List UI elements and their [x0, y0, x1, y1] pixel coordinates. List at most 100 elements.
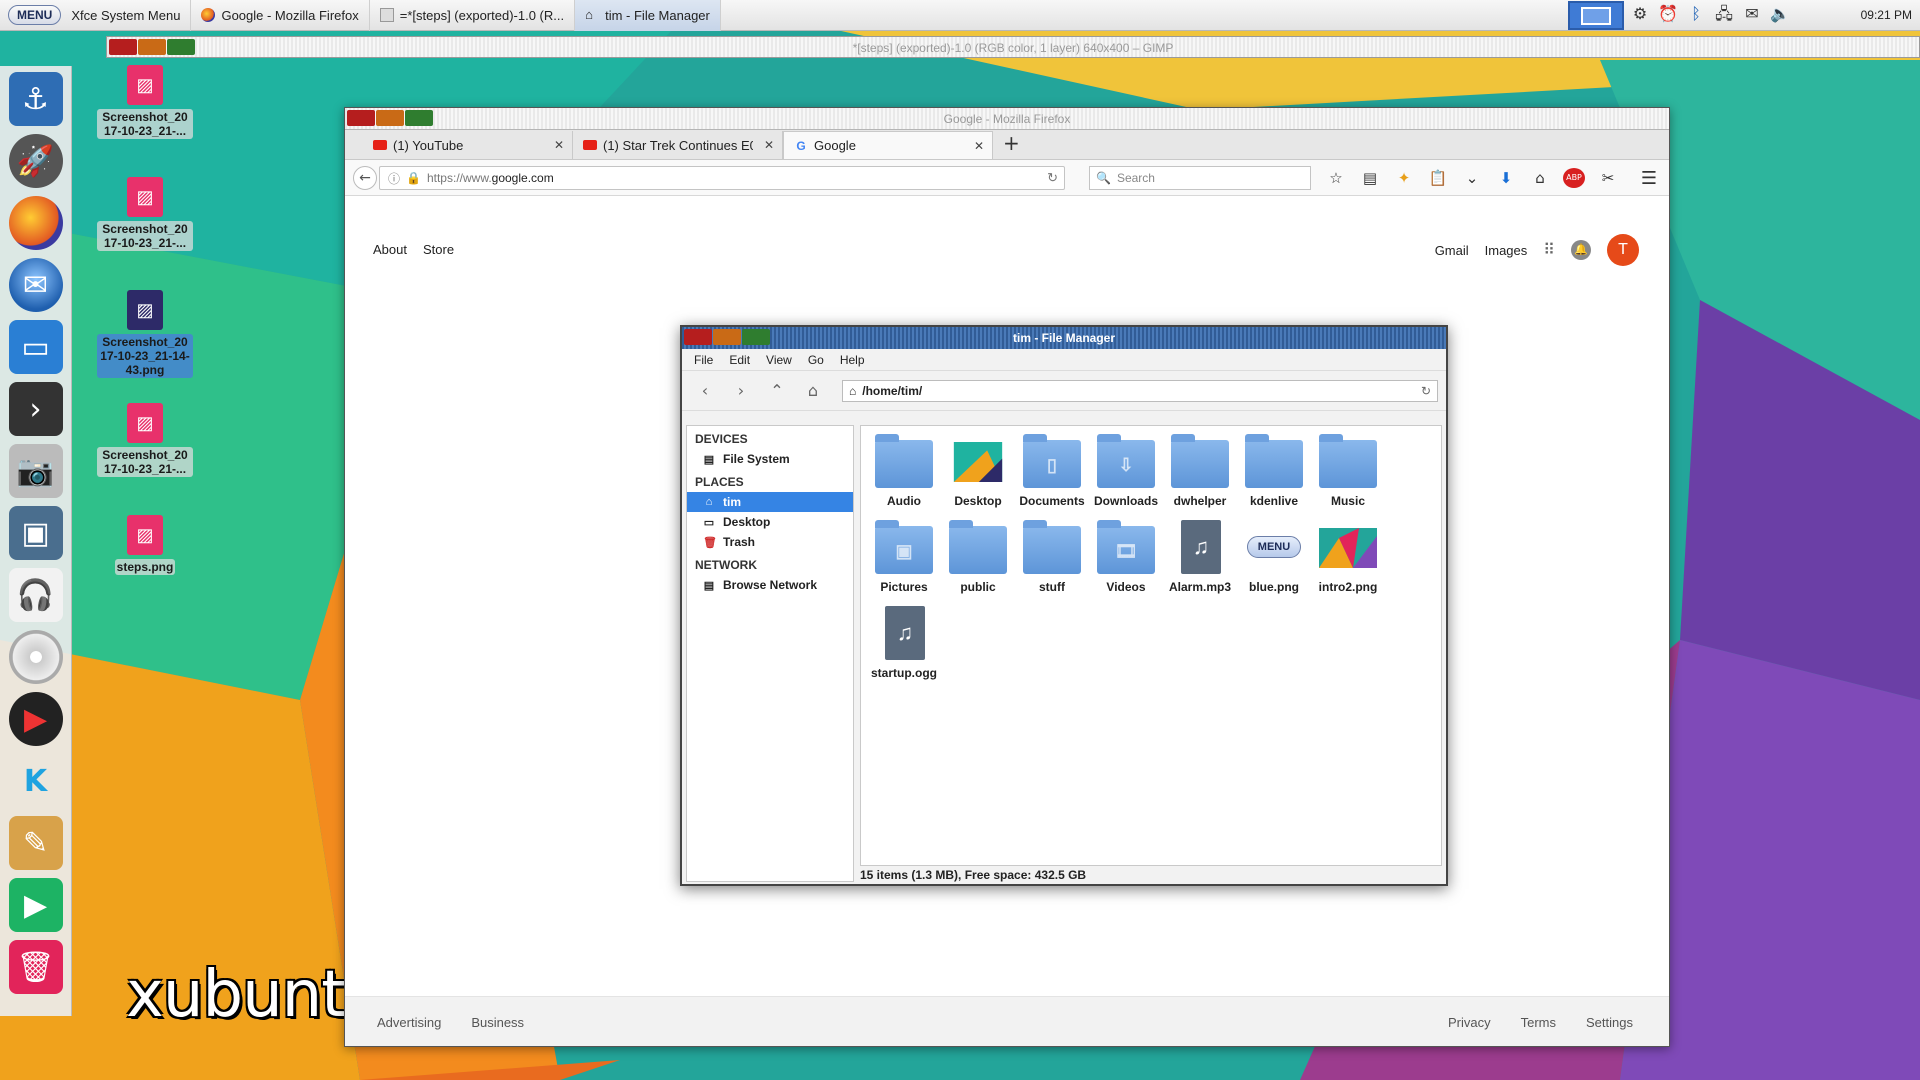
location-path-field[interactable]: ⌂ /home/tim/ ↻ [842, 380, 1438, 402]
advertising-link[interactable]: Advertising [377, 1015, 441, 1030]
file-item-stuff[interactable]: stuff [1015, 520, 1089, 594]
firefox-icon[interactable] [8, 196, 63, 250]
file-item-desktop[interactable]: Desktop [941, 434, 1015, 508]
menu-go[interactable]: Go [808, 353, 824, 367]
terminal-icon[interactable]: › [8, 382, 63, 436]
menu-help[interactable]: Help [840, 353, 865, 367]
tab-youtube[interactable]: (1) YouTube ✕ [363, 131, 573, 159]
kodi-icon[interactable]: K [9, 754, 63, 808]
images-link[interactable]: Images [1485, 243, 1528, 258]
file-item-downloads[interactable]: ⇩ Downloads [1089, 434, 1163, 508]
taskbar-item-file-manager[interactable]: ⌂ tim - File Manager [575, 0, 721, 31]
adblock-icon[interactable]: ABP [1563, 168, 1585, 188]
rocket-launcher-icon[interactable]: 🚀 [8, 134, 63, 188]
trash-icon[interactable]: 🗑 [8, 940, 63, 994]
download-icon[interactable]: ⬇ [1495, 168, 1517, 188]
firefox-titlebar[interactable]: Google - Mozilla Firefox [345, 108, 1669, 130]
taskbar-item-gimp[interactable]: =*[steps] (exported)-1.0 (R... [370, 0, 576, 31]
business-link[interactable]: Business [471, 1015, 524, 1030]
reload-icon[interactable]: ↻ [1421, 384, 1431, 398]
terms-link[interactable]: Terms [1521, 1015, 1556, 1030]
home-icon[interactable]: ⌂ [802, 381, 824, 401]
about-link[interactable]: About [373, 242, 407, 257]
parent-folder-up-icon[interactable]: ⌃ [766, 381, 788, 401]
menu-view[interactable]: View [766, 353, 792, 367]
python-icon[interactable]: ⚙ [1630, 5, 1650, 25]
bookmark-star-icon[interactable]: ☆ [1325, 168, 1347, 188]
tab-google[interactable]: G Google ✕ [783, 131, 993, 159]
back-arrow-icon[interactable]: ← [353, 166, 377, 190]
settings-link[interactable]: Settings [1586, 1015, 1633, 1030]
gimp-window-titlebar[interactable]: *[steps] (exported)-1.0 (RGB color, 1 la… [106, 36, 1920, 58]
apps-grid-icon[interactable]: ⠿ [1543, 240, 1555, 260]
search-input[interactable]: 🔍 Search [1089, 166, 1311, 190]
home-icon[interactable]: ⌂ [1529, 168, 1551, 188]
file-item-dwhelper[interactable]: dwhelper [1163, 434, 1237, 508]
forward-chevron-icon[interactable]: › [730, 381, 752, 401]
file-item-videos[interactable]: 🎞 Videos [1089, 520, 1163, 594]
file-item-startup-ogg[interactable]: ♫ startup.ogg [867, 606, 941, 680]
file-item-audio[interactable]: Audio [867, 434, 941, 508]
screenshot-camera-icon[interactable]: 📷 [8, 444, 63, 498]
file-manager-titlebar[interactable]: tim - File Manager [682, 327, 1446, 349]
tab-star-trek[interactable]: (1) Star Trek Continues E0 ✕ [573, 131, 783, 159]
volume-icon[interactable]: 🔈 [1770, 5, 1790, 25]
file-item-kdenlive[interactable]: kdenlive [1237, 434, 1311, 508]
network-icon[interactable]: 🖧 [1714, 5, 1734, 25]
desktop-icon-screenshot[interactable]: ▨ Screenshot_2017-10-23_21-... [97, 403, 193, 477]
sidebar-item-trash[interactable]: 🗑 Trash [687, 532, 853, 552]
store-link[interactable]: Store [423, 242, 454, 257]
taskbar-item-system-menu[interactable]: Xfce System Menu [61, 0, 192, 31]
hamburger-menu-icon[interactable]: ☰ [1641, 168, 1657, 189]
desktop-icon-screenshot[interactable]: ▨ Screenshot_2017-10-23_21-... [97, 65, 193, 139]
avatar[interactable]: T [1607, 234, 1639, 266]
file-item-alarm-mp3[interactable]: ♫ Alarm.mp3 [1163, 520, 1237, 594]
menu-edit[interactable]: Edit [729, 353, 750, 367]
gmail-link[interactable]: Gmail [1435, 243, 1469, 258]
desktop-icon-screenshot[interactable]: ▨ Screenshot_2017-10-23_21-... [97, 177, 193, 251]
media-tool-icon[interactable]: ▶ [8, 878, 63, 932]
video-player-icon[interactable]: ▶ [8, 692, 63, 746]
scissors-icon[interactable]: ✂ [1597, 168, 1619, 188]
file-manager-icon[interactable]: ▭ [8, 320, 63, 374]
url-bar[interactable]: ⓘ 🔒 https://www.google.com ↻ [379, 166, 1065, 190]
audio-player-icon[interactable]: 🎧 [8, 568, 63, 622]
file-item-blue-png[interactable]: MENU blue.png [1237, 520, 1311, 594]
colorful-extension-icon[interactable]: ✦ [1393, 168, 1415, 188]
desktop-icon-screenshot-selected[interactable]: ▨ Screenshot_2017-10-23_21-14-43.png [97, 290, 193, 378]
bluetooth-icon[interactable]: ᛒ [1686, 5, 1706, 25]
close-tab-icon[interactable]: ✕ [554, 138, 564, 152]
alarm-clock-icon[interactable]: ⏰ [1658, 5, 1678, 25]
reading-list-icon[interactable]: ▤ [1359, 168, 1381, 188]
taskbar-item-firefox[interactable]: Google - Mozilla Firefox [191, 0, 370, 31]
anchor-launcher-icon[interactable]: ⚓ [8, 72, 63, 126]
file-item-public[interactable]: public [941, 520, 1015, 594]
close-tab-icon[interactable]: ✕ [974, 139, 984, 153]
sidebar-item-browse-network[interactable]: ▤ Browse Network [687, 575, 853, 595]
reload-icon[interactable]: ↻ [1047, 170, 1058, 186]
privacy-link[interactable]: Privacy [1448, 1015, 1491, 1030]
close-tab-icon[interactable]: ✕ [764, 138, 774, 152]
clipboard-icon[interactable]: 📋 [1427, 168, 1449, 188]
file-item-pictures[interactable]: ▣ Pictures [867, 520, 941, 594]
sidebar-item-tim[interactable]: ⌂ tim [687, 492, 853, 512]
sidebar-item-desktop[interactable]: ▭ Desktop [687, 512, 853, 532]
disc-burner-icon[interactable] [8, 630, 63, 684]
image-viewer-icon[interactable]: ▣ [8, 506, 63, 560]
desktop-icon-steps[interactable]: ▨ steps.png [97, 515, 193, 575]
sidebar-item-file-system[interactable]: ▤ File System [687, 449, 853, 469]
file-item-intro2-png[interactable]: intro2.png [1311, 520, 1385, 594]
panel-clock[interactable]: 09:21 PM [1861, 8, 1912, 22]
new-tab-icon[interactable]: + [1003, 131, 1020, 155]
thunderbird-icon[interactable]: ✉ [8, 258, 63, 312]
workspace-switcher[interactable] [1568, 1, 1624, 30]
file-item-documents[interactable]: ▯ Documents [1015, 434, 1089, 508]
menu-file[interactable]: File [694, 353, 713, 367]
notifications-bell-icon[interactable]: 🔔 [1571, 240, 1591, 260]
photo-editor-icon[interactable]: ✎ [8, 816, 63, 870]
info-icon[interactable]: ⓘ [388, 170, 400, 187]
back-chevron-icon[interactable]: ‹ [694, 381, 716, 401]
whisker-menu-button[interactable]: MENU [8, 5, 62, 25]
pocket-icon[interactable]: ⌄ [1461, 168, 1483, 188]
file-item-music[interactable]: Music [1311, 434, 1385, 508]
